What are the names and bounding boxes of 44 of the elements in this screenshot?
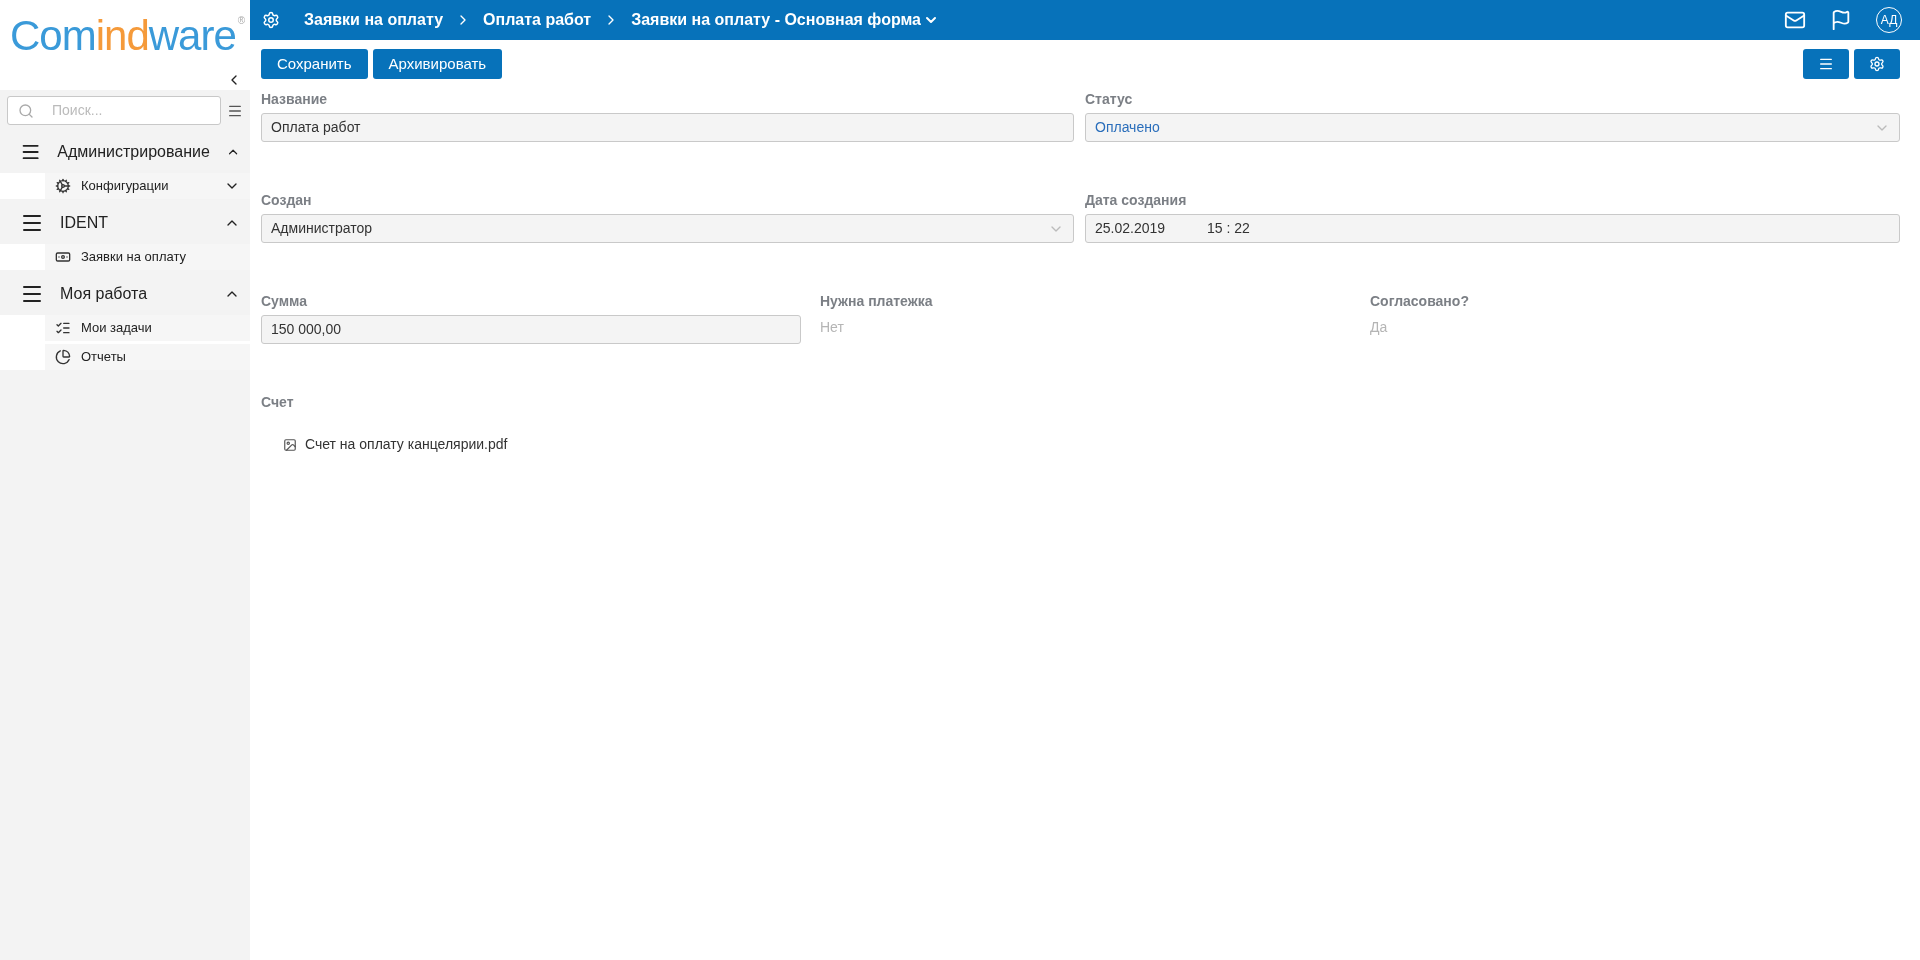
mail-icon[interactable] — [1784, 9, 1806, 31]
field-value: Нет — [820, 318, 845, 337]
sidebar-group[interactable]: IDENT — [0, 202, 250, 244]
field-label: Счет — [261, 393, 295, 410]
breadcrumb-link[interactable]: Заявки на оплату — [304, 8, 444, 32]
sidebar-group[interactable]: Администрирование — [0, 131, 250, 173]
field-label: Согласовано? — [1370, 292, 1470, 309]
flag-icon[interactable] — [1830, 9, 1852, 31]
menu-icon — [1818, 56, 1834, 72]
select-field[interactable]: Администратор — [261, 214, 1074, 243]
toolbar-button[interactable]: Архивировать — [372, 49, 503, 79]
file-link[interactable]: Счет на оплату канцелярии.pdf — [305, 434, 508, 455]
settings-icon — [1869, 56, 1885, 72]
field-value: Да — [1370, 318, 1389, 337]
sidebar-item[interactable]: Заявки на оплату — [45, 244, 250, 270]
sidebar-group[interactable]: Моя работа — [0, 273, 250, 315]
pie-chart-icon — [55, 349, 71, 365]
field-label: Название — [261, 90, 329, 107]
field-label: Нужна платежка — [820, 292, 934, 309]
checklist-icon — [55, 320, 71, 336]
sidebar-item[interactable]: Мои задачи — [45, 315, 250, 341]
settings-icon[interactable] — [262, 11, 280, 29]
banknote-icon — [55, 249, 71, 265]
field-label: Дата создания — [1085, 191, 1188, 208]
breadcrumb-link[interactable]: Оплата работ — [483, 8, 592, 32]
gears-icon — [55, 178, 71, 194]
text-field[interactable]: 150 000,00 — [261, 315, 801, 344]
settings-button[interactable] — [1854, 49, 1900, 79]
search-input[interactable]: Поиск... — [52, 100, 172, 121]
date-time-field[interactable]: 25.02.2019 15 : 22 — [1085, 214, 1900, 243]
logo: Comindware® — [10, 10, 245, 61]
menu-button[interactable] — [1803, 49, 1849, 79]
text-field[interactable]: Оплата работ — [261, 113, 1074, 142]
search-icon — [18, 102, 34, 119]
search-field[interactable]: Поиск... — [7, 96, 221, 125]
select-field[interactable]: Оплачено — [1085, 113, 1900, 142]
field-label: Статус — [1085, 90, 1134, 107]
field-label: Сумма — [261, 292, 309, 309]
breadcrumb-link[interactable]: Заявки на оплату - Основная форма — [631, 8, 921, 32]
field-label: Создан — [261, 191, 313, 208]
toolbar-button[interactable]: Сохранить — [261, 49, 368, 79]
sidebar-item[interactable]: Конфигурации — [45, 173, 250, 199]
image-icon — [283, 437, 297, 452]
sidebar-item[interactable]: Отчеты — [45, 344, 250, 370]
